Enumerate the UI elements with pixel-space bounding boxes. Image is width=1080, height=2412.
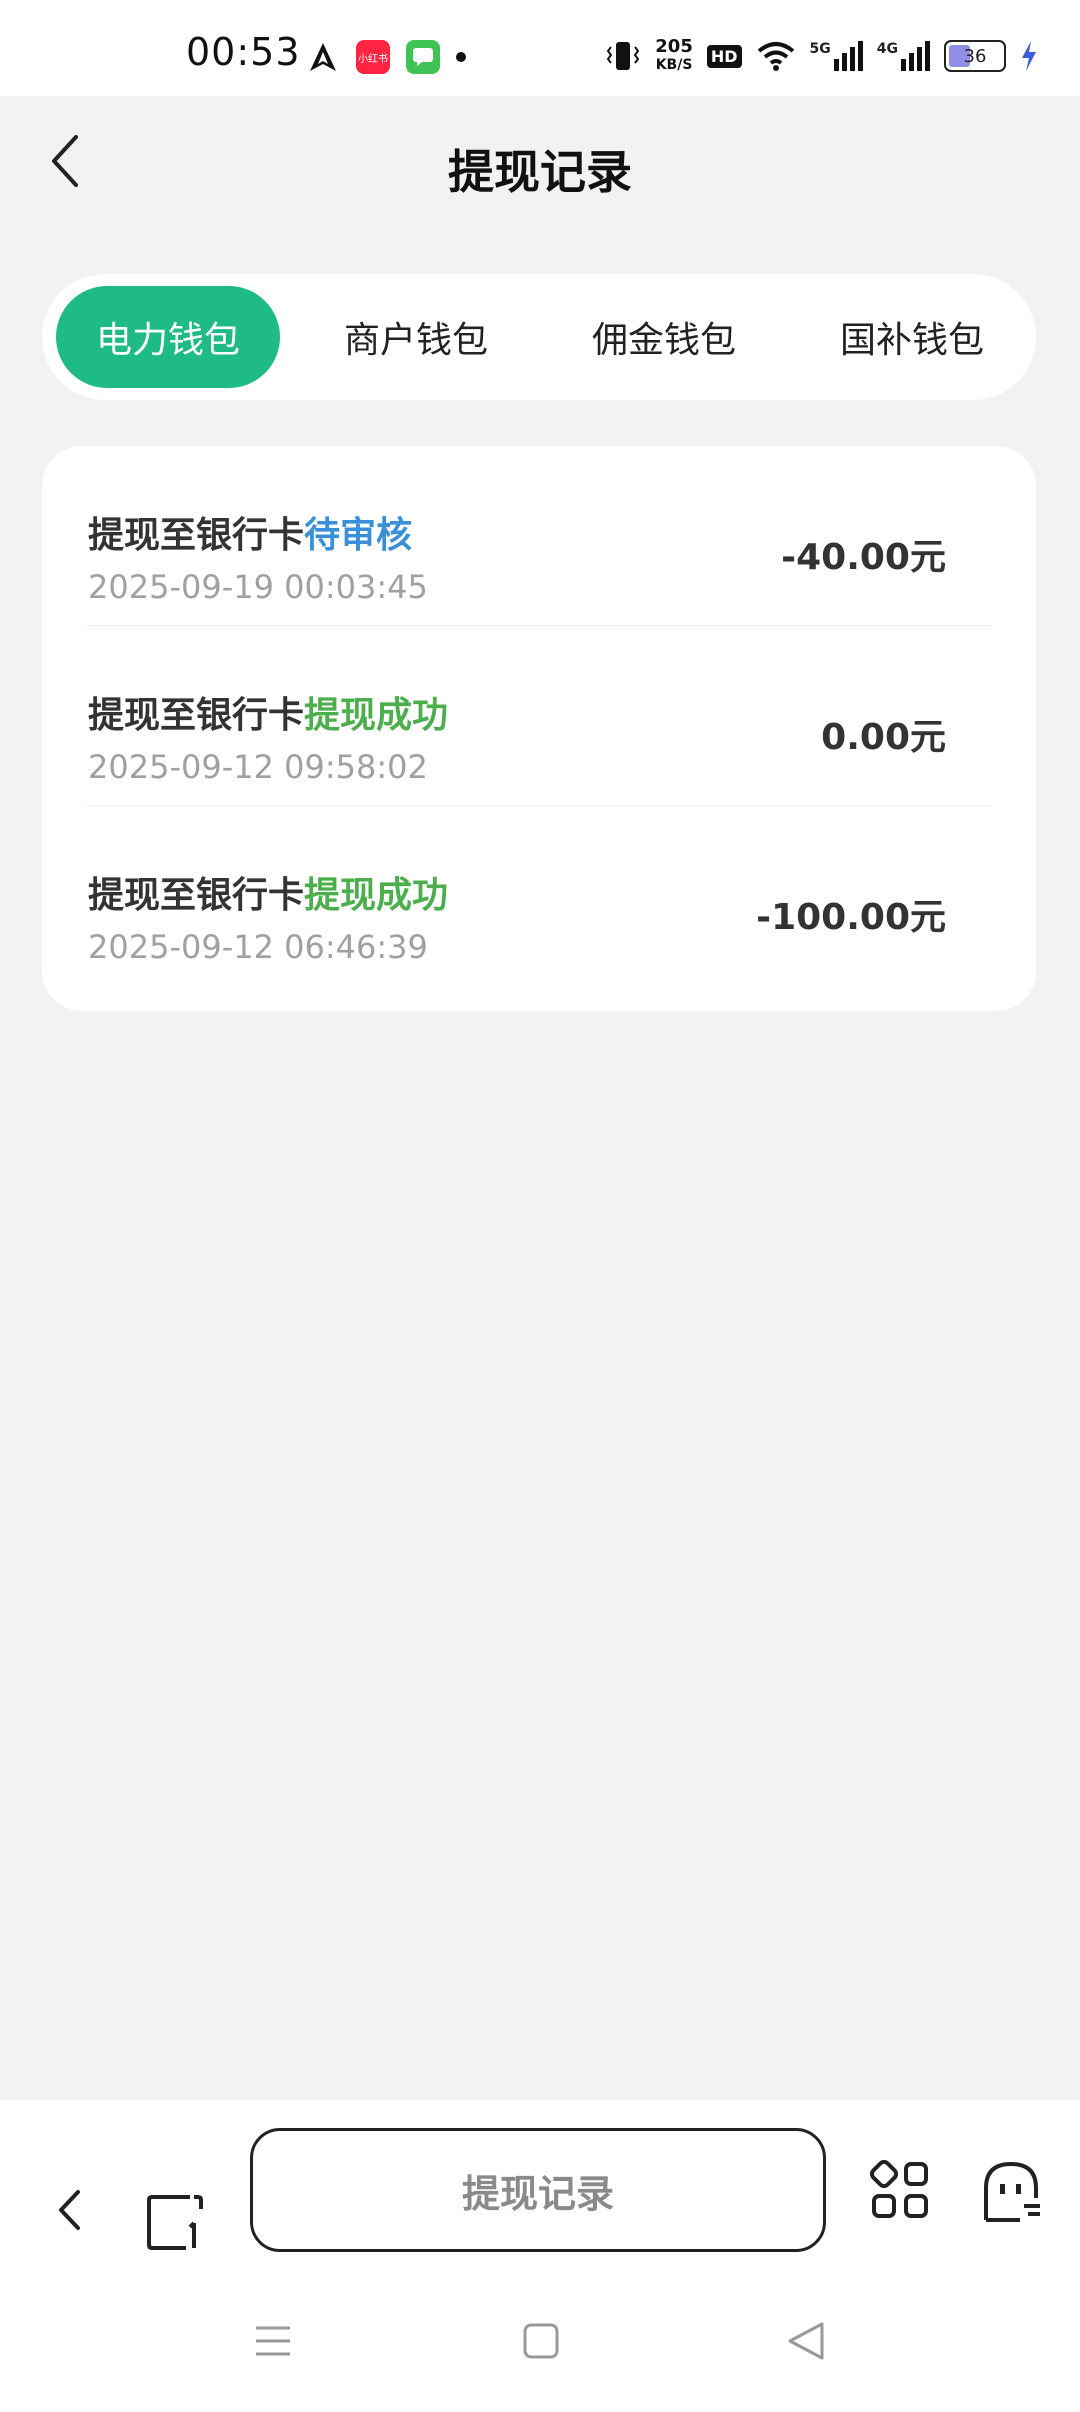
- tab-power-wallet[interactable]: 电力钱包: [56, 286, 280, 388]
- record-title-text: 提现至银行卡: [88, 875, 305, 916]
- signal-5g-icon: 5G: [810, 41, 863, 71]
- tab-commission-wallet[interactable]: 佣金钱包: [552, 286, 776, 388]
- page-title: 提现记录: [448, 145, 632, 199]
- xiaohongshu-icon: 小红书: [356, 40, 390, 74]
- list-item[interactable]: 提现至银行卡提现成功 2025-09-12 06:46:39 -100.00元: [86, 806, 992, 985]
- notification-dot: [456, 52, 466, 62]
- vibrate-icon: [607, 42, 640, 70]
- signal-5g-label: 5G: [809, 41, 831, 57]
- record-time: 2025-09-19 00:03:45: [88, 568, 428, 606]
- record-status: 提现成功: [304, 875, 449, 916]
- record-title: 提现至银行卡待审核: [88, 506, 412, 558]
- wallet-tabs: 电力钱包 商户钱包 佣金钱包 国补钱包: [42, 274, 1036, 400]
- tab-merchant-wallet[interactable]: 商户钱包: [304, 286, 528, 388]
- status-time: 00:53: [186, 30, 301, 74]
- navigation-icon: [310, 43, 336, 71]
- record-amount: 0.00元: [821, 717, 946, 758]
- record-status: 提现成功: [304, 695, 449, 736]
- withdrawal-record-list: 提现至银行卡待审核 2025-09-19 00:03:45 -40.00元 提现…: [42, 446, 1036, 1011]
- record-time: 2025-09-12 06:46:39: [88, 928, 428, 966]
- page-header: 提现记录: [0, 96, 1080, 226]
- toolbar-back-button[interactable]: [44, 2175, 94, 2245]
- record-title-text: 提现至银行卡: [88, 695, 305, 736]
- battery-icon: 36: [944, 40, 1006, 72]
- tab-subsidy-wallet[interactable]: 国补钱包: [800, 286, 1024, 388]
- address-bar[interactable]: 提现记录: [250, 2128, 826, 2252]
- assistant-robot-icon[interactable]: [980, 2158, 1042, 2224]
- record-time: 2025-09-12 09:58:02: [88, 748, 428, 786]
- network-speed-value: 205: [655, 36, 693, 57]
- tabs-icon[interactable]: [146, 2193, 204, 2251]
- record-title: 提现至银行卡提现成功: [88, 866, 448, 918]
- apps-grid-icon[interactable]: [870, 2160, 930, 2220]
- record-title: 提现至银行卡提现成功: [88, 686, 448, 738]
- battery-level: 36: [963, 45, 987, 67]
- status-app-icons: 小红书: [306, 40, 466, 74]
- network-speed: 205 KB/S: [655, 38, 693, 74]
- xiaohongshu-label: 小红书: [358, 53, 388, 65]
- record-title-text: 提现至银行卡: [88, 515, 305, 556]
- record-status: 待审核: [304, 515, 413, 556]
- list-item[interactable]: 提现至银行卡待审核 2025-09-19 00:03:45 -40.00元: [86, 446, 992, 626]
- status-bar: 00:53 小红书 205 KB/S HD 5G 4G 36: [0, 0, 1080, 96]
- charging-icon: [1022, 41, 1036, 71]
- record-amount: -100.00元: [756, 897, 946, 938]
- record-amount: -40.00元: [781, 537, 946, 578]
- network-speed-unit: KB/S: [655, 57, 693, 73]
- list-item[interactable]: 提现至银行卡提现成功 2025-09-12 09:58:02 0.00元: [86, 626, 992, 806]
- status-system-icons: 205 KB/S HD 5G 4G 36: [605, 38, 1038, 74]
- bottom-toolbar: 提现记录: [0, 2100, 1080, 2412]
- hd-badge: HD: [706, 44, 742, 68]
- signal-4g-icon: 4G: [877, 41, 930, 71]
- system-back-icon[interactable]: [786, 2320, 826, 2362]
- menu-icon[interactable]: [252, 2320, 294, 2362]
- messages-icon: [406, 40, 440, 74]
- wifi-icon: [757, 42, 794, 71]
- signal-4g-label: 4G: [876, 41, 898, 57]
- home-icon[interactable]: [522, 2322, 560, 2360]
- chevron-left-icon: [59, 2190, 80, 2230]
